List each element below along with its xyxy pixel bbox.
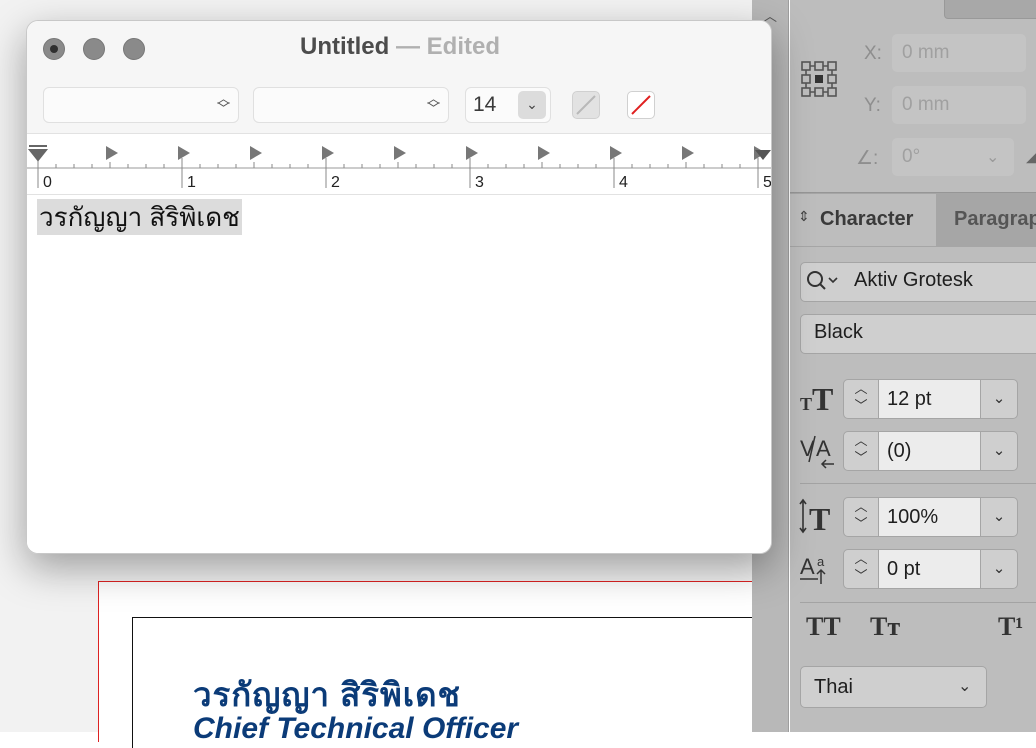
tab-stop-marker: [466, 146, 478, 160]
ruler-label: 5: [763, 174, 772, 191]
font-size-stepper[interactable]: ︿ ﹀: [843, 379, 879, 419]
kerning-dropdown[interactable]: ⌄: [980, 431, 1018, 471]
font-size-dropdown[interactable]: ⌄: [980, 379, 1018, 419]
selected-text[interactable]: วรกัญญา สิริพิเดช: [37, 199, 242, 235]
vertical-scale-dropdown[interactable]: ⌄: [980, 497, 1018, 537]
small-caps-button[interactable]: Tт: [870, 612, 900, 642]
title-separator: —: [395, 33, 420, 60]
font-size-value[interactable]: 14: [473, 93, 496, 117]
panel-top-button[interactable]: [944, 0, 1036, 19]
tab-stop-marker: [322, 146, 334, 160]
svg-text:A: A: [800, 554, 815, 579]
tab-paragraph[interactable]: Paragraph: [954, 208, 1036, 231]
font-family-value: Aktiv Grotesk: [854, 269, 973, 291]
font-size-dropdown-button[interactable]: ⌄: [518, 91, 546, 119]
ruler-label: 1: [187, 174, 196, 191]
language-value: Thai: [814, 676, 853, 698]
kerning-field[interactable]: (0): [879, 431, 981, 471]
kerning-stepper[interactable]: ︿ ﹀: [843, 431, 879, 471]
svg-text:T: T: [809, 501, 830, 536]
font-size-icon: T T: [800, 381, 833, 417]
document-subtitle[interactable]: Chief Technical Officer: [193, 712, 518, 746]
tab-stop-marker: [610, 146, 622, 160]
svg-text:T: T: [812, 381, 833, 417]
indent-marker: [27, 145, 49, 162]
x-field[interactable]: 0 mm: [892, 34, 1026, 72]
highlight-color-swatch[interactable]: [627, 91, 655, 119]
angle-label: ∠:: [856, 148, 879, 169]
x-label: X:: [864, 43, 882, 64]
baseline-shift-field[interactable]: 0 pt: [879, 549, 981, 589]
color-none-icon: [576, 95, 596, 115]
svg-text:A: A: [816, 436, 831, 461]
baseline-shift-icon: A a: [800, 554, 826, 584]
search-icon[interactable]: [804, 268, 842, 296]
tab-stop-marker: [538, 146, 550, 160]
font-style-value: Black: [814, 321, 863, 343]
up-down-chevron-icon: ︿ ﹀: [216, 91, 230, 116]
ruler[interactable]: 0 1 2 3 4 5: [27, 133, 772, 195]
angle-chevron-icon[interactable]: ⌄: [986, 147, 999, 167]
paragraph-style-popup[interactable]: ︿ ﹀: [43, 87, 239, 123]
tab-stop-marker: [178, 146, 190, 160]
kerning-icon: V A: [800, 435, 834, 469]
document-name: Untitled: [299, 33, 390, 60]
textedit-window: Untitled — Edited ︿ ﹀ ︿ ﹀ 14 ⌄ 0 1 2 3 4 5…: [26, 20, 772, 554]
ruler-label: 3: [475, 174, 484, 191]
superscript-button[interactable]: T¹: [998, 612, 1023, 642]
tab-stop-marker: [394, 146, 406, 160]
edited-status: Edited: [426, 33, 500, 60]
panel-divider: [800, 483, 1036, 484]
no-color-icon: [631, 95, 651, 115]
shear-icon[interactable]: ◢: [1026, 145, 1036, 166]
ruler-label: 2: [331, 174, 340, 191]
tab-character[interactable]: ⇕ Character: [790, 194, 936, 246]
text-editor-area[interactable]: วรกัญญา สิริพิเดช: [27, 195, 771, 553]
up-down-chevron-icon: ︿ ﹀: [426, 91, 440, 116]
ruler-label: 0: [43, 174, 52, 191]
reference-point-icon[interactable]: [800, 60, 838, 98]
ruler-label: 4: [619, 174, 628, 191]
window-titlebar[interactable]: Untitled — Edited ︿ ﹀ ︿ ﹀ 14 ⌄: [27, 21, 771, 133]
y-label: Y:: [864, 95, 881, 116]
font-size-field[interactable]: 12 pt: [879, 379, 981, 419]
svg-text:T: T: [800, 394, 812, 414]
all-caps-button[interactable]: TT: [806, 612, 841, 642]
tab-character-label: Character: [820, 208, 914, 230]
baseline-shift-stepper[interactable]: ︿ ﹀: [843, 549, 879, 589]
tab-stop-marker: [250, 146, 262, 160]
window-title: Untitled — Edited: [27, 33, 771, 61]
panel-divider: [800, 602, 1036, 603]
svg-text:a: a: [817, 554, 825, 569]
tab-stop-marker: [682, 146, 694, 160]
tab-stop-marker: [106, 146, 118, 160]
y-field[interactable]: 0 mm: [892, 86, 1026, 124]
font-family-popup[interactable]: ︿ ﹀: [253, 87, 449, 123]
ruler-ticks: [27, 145, 771, 188]
baseline-shift-dropdown[interactable]: ⌄: [980, 549, 1018, 589]
vertical-scale-field[interactable]: 100%: [879, 497, 981, 537]
vertical-scale-stepper[interactable]: ︿ ﹀: [843, 497, 879, 537]
text-color-swatch[interactable]: [572, 91, 600, 119]
chevron-down-icon: ⌄: [958, 678, 972, 695]
tab-expand-icon: ⇕: [798, 208, 810, 224]
vertical-scale-icon: T: [799, 498, 830, 536]
